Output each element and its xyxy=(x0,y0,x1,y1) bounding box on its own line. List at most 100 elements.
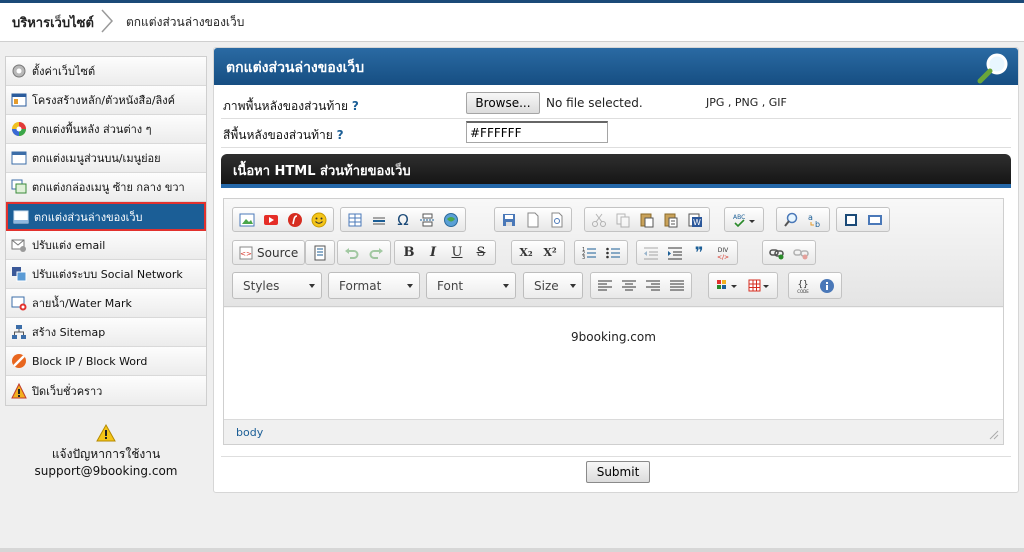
format-group: B I U S xyxy=(394,240,496,265)
align-right-icon[interactable] xyxy=(641,275,665,296)
save-icon[interactable] xyxy=(497,209,521,230)
div-container-icon[interactable]: DIV </> xyxy=(711,242,735,263)
preview-icon[interactable] xyxy=(545,209,569,230)
special-char-icon[interactable]: Ω xyxy=(391,209,415,230)
chevron-down-icon xyxy=(503,284,509,288)
align-left-icon[interactable] xyxy=(593,275,617,296)
undo-icon[interactable] xyxy=(340,242,364,263)
sidebar-item-label: Block IP / Block Word xyxy=(32,354,148,368)
indent-icon[interactable] xyxy=(663,242,687,263)
sidebar-item-block-ip[interactable]: Block IP / Block Word xyxy=(6,347,206,376)
block-icon xyxy=(10,352,28,370)
find-group: ab xyxy=(776,207,830,232)
sidebar-item-close-site[interactable]: ปิดเว็บชั่วคราว xyxy=(6,376,206,405)
superscript-button[interactable]: X² xyxy=(538,242,562,263)
sidebar-item-label: ตกแต่งกล่องเมนู ซ้าย กลาง ขวา xyxy=(32,181,185,194)
sidebar-item-footer[interactable]: ตกแต่งส่วนล่างของเว็บ xyxy=(6,202,206,231)
image-icon[interactable] xyxy=(235,209,259,230)
text-color-icon[interactable] xyxy=(711,275,743,296)
editor-content-text: 9booking.com xyxy=(571,330,656,344)
show-blocks-icon[interactable] xyxy=(863,209,887,230)
code-snippet-icon[interactable]: {} CODE xyxy=(791,275,815,296)
source-button[interactable]: <> Source xyxy=(235,242,302,263)
paste-icon[interactable] xyxy=(635,209,659,230)
blockquote-icon[interactable]: ❞ xyxy=(687,242,711,263)
no-file-text: No file selected. xyxy=(546,96,643,110)
table-icon[interactable] xyxy=(343,209,367,230)
help-q-icon[interactable]: ? xyxy=(337,128,344,142)
main-panel: ตกแต่งส่วนล่างของเว็บ ภาพพื้นหลังของส่วน… xyxy=(213,47,1019,493)
sidebar-item-label: ตกแต่งพื้นหลัง ส่วนต่าง ๆ xyxy=(32,123,152,136)
sidebar-item-email[interactable]: ปรับแต่ง email xyxy=(6,231,206,260)
bold-button[interactable]: B xyxy=(397,242,421,263)
help-q-icon[interactable]: ? xyxy=(352,99,359,113)
horizontal-line-icon[interactable] xyxy=(367,209,391,230)
sidebar-item-watermark[interactable]: ลายน้ำ/Water Mark xyxy=(6,289,206,318)
bg-image-label: ภาพพื้นหลังของส่วนท้าย ? xyxy=(223,97,359,116)
italic-button[interactable]: I xyxy=(421,242,445,263)
bullet-list-icon[interactable] xyxy=(601,242,625,263)
find-icon[interactable] xyxy=(779,209,803,230)
sidebar-item-structure[interactable]: โครงสร้างหลัก/ตัวหนังสือ/ลิงค์ xyxy=(6,86,206,115)
spellcheck-icon[interactable]: ABC xyxy=(727,209,761,230)
breadcrumb: บริหารเว็บไซต์ ตกแต่งส่วนล่างของเว็บ xyxy=(0,0,1024,42)
strike-button[interactable]: S xyxy=(469,242,493,263)
bg-color-input[interactable] xyxy=(466,121,608,143)
list-group: 123 xyxy=(574,240,628,265)
paste-text-icon[interactable] xyxy=(659,209,683,230)
font-dropdown[interactable]: Font xyxy=(426,272,516,299)
insert-group xyxy=(232,207,334,232)
sidebar-item-label: ตกแต่งส่วนล่างของเว็บ xyxy=(34,210,143,224)
styles-dropdown[interactable]: Styles xyxy=(232,272,322,299)
styles-label: Styles xyxy=(243,279,280,293)
align-center-icon[interactable] xyxy=(617,275,641,296)
format-dropdown[interactable]: Format xyxy=(328,272,420,299)
table-grid-icon[interactable] xyxy=(743,275,775,296)
submit-button[interactable]: Submit xyxy=(586,461,650,483)
support-email[interactable]: support@9booking.com xyxy=(5,463,207,480)
sidebar-item-site-settings[interactable]: ตั้งค่าเว็บไซต์ xyxy=(6,57,206,86)
paste-word-icon[interactable]: W xyxy=(683,209,707,230)
smiley-icon[interactable] xyxy=(307,209,331,230)
new-page-icon[interactable] xyxy=(521,209,545,230)
editor-content-area[interactable]: 9booking.com xyxy=(224,308,1003,419)
social-icon xyxy=(10,265,28,283)
youtube-icon[interactable] xyxy=(259,209,283,230)
chevron-down-icon xyxy=(407,284,413,288)
cut-icon[interactable] xyxy=(587,209,611,230)
numbered-list-icon[interactable]: 123 xyxy=(577,242,601,263)
unlink-icon[interactable] xyxy=(789,242,813,263)
resize-handle-icon[interactable] xyxy=(989,430,999,440)
underline-button[interactable]: U xyxy=(445,242,469,263)
align-justify-icon[interactable] xyxy=(665,275,689,296)
windows-icon xyxy=(10,178,28,196)
sitemap-icon xyxy=(10,323,28,341)
templates-icon[interactable] xyxy=(308,242,332,263)
sidebar-item-social[interactable]: ปรับแต่งระบบ Social Network xyxy=(6,260,206,289)
page-break-icon[interactable] xyxy=(415,209,439,230)
copy-icon[interactable] xyxy=(611,209,635,230)
maximize-icon[interactable] xyxy=(839,209,863,230)
breadcrumb-current: ตกแต่งส่วนล่างของเว็บ xyxy=(126,15,245,29)
sidebar-item-background[interactable]: ตกแต่งพื้นหลัง ส่วนต่าง ๆ xyxy=(6,115,206,144)
sidebar-item-top-menu[interactable]: ตกแต่งเมนูส่วนบน/เมนูย่อย xyxy=(6,144,206,173)
flash-icon[interactable] xyxy=(283,209,307,230)
breadcrumb-root[interactable]: บริหารเว็บไซต์ xyxy=(12,12,94,33)
browse-button[interactable]: Browse... xyxy=(466,92,540,114)
svg-text:W: W xyxy=(693,218,701,227)
indent-group: ❞ DIV </> xyxy=(636,240,738,265)
outdent-icon[interactable] xyxy=(639,242,663,263)
sidebar-item-menu-boxes[interactable]: ตกแต่งกล่องเมนู ซ้าย กลาง ขวา xyxy=(6,173,206,202)
help-text: แจ้งปัญหาการใช้งาน xyxy=(51,447,161,461)
size-dropdown[interactable]: Size xyxy=(523,272,583,299)
iframe-icon[interactable] xyxy=(439,209,463,230)
element-path[interactable]: body xyxy=(236,426,263,439)
about-info-icon[interactable] xyxy=(815,275,839,296)
sidebar-item-sitemap[interactable]: สร้าง Sitemap xyxy=(6,318,206,347)
replace-icon[interactable]: ab xyxy=(803,209,827,230)
insert-group-2: Ω xyxy=(340,207,466,232)
subscript-button[interactable]: X₂ xyxy=(514,242,538,263)
file-types-text: JPG , PNG , GIF xyxy=(706,96,787,109)
link-icon[interactable] xyxy=(765,242,789,263)
redo-icon[interactable] xyxy=(364,242,388,263)
